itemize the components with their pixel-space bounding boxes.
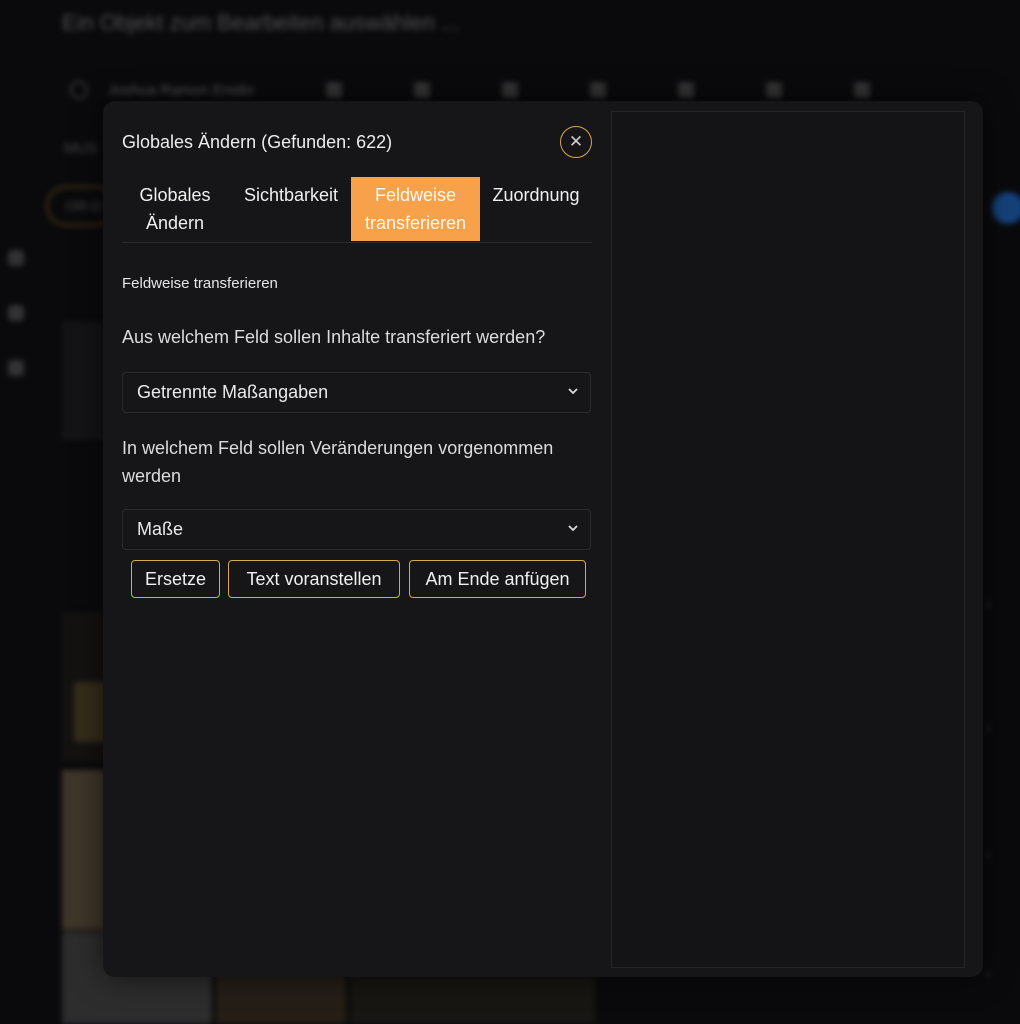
chevron-icon: › xyxy=(986,965,991,981)
replace-button[interactable]: Ersetze xyxy=(131,560,220,598)
tool-icon xyxy=(501,82,518,98)
preview-panel xyxy=(611,111,965,968)
tab-field-transfer[interactable]: Feldweise transferieren xyxy=(351,177,480,241)
sidebar-icon xyxy=(8,305,24,321)
chevron-down-icon xyxy=(568,388,578,395)
tool-icon xyxy=(765,82,782,98)
close-icon: ✕ xyxy=(568,132,584,151)
tool-icon xyxy=(589,82,606,98)
background-user: Joshua Ramon Enslin xyxy=(108,81,254,99)
tool-icon xyxy=(413,82,430,98)
sidebar-icon xyxy=(8,360,24,376)
user-icon xyxy=(70,81,88,99)
source-field-question: Aus welchem Feld sollen Inhalte transfer… xyxy=(122,327,546,347)
tab-mapping[interactable]: Zuordnung xyxy=(484,177,588,241)
modal-title: Globales Ändern (Gefunden: 622) xyxy=(122,132,393,152)
chevron-icon: › xyxy=(986,720,991,736)
global-edit-modal: Globales Ändern (Gefunden: 622) ✕ Global… xyxy=(103,101,983,977)
chevron-down-icon xyxy=(568,525,578,532)
background-blue-button xyxy=(992,192,1020,224)
tab-global-edit[interactable]: Globales Ändern xyxy=(122,177,228,241)
chevron-icon: › xyxy=(986,845,991,861)
append-text-button[interactable]: Am Ende anfügen xyxy=(409,560,586,598)
target-field-select[interactable]: Maße xyxy=(122,509,591,550)
tool-icon xyxy=(853,82,870,98)
background-thumbnail xyxy=(62,770,107,930)
source-field-select[interactable]: Getrennte Maßangaben xyxy=(122,372,591,413)
background-title: Ein Objekt zum Bearbeiten auswählen ... xyxy=(62,10,460,35)
prepend-text-button[interactable]: Text voranstellen xyxy=(228,560,400,598)
source-field-value: Getrennte Maßangaben xyxy=(137,382,329,402)
sidebar-icon xyxy=(8,250,24,266)
background-thumbnail xyxy=(216,970,346,1024)
close-button[interactable]: ✕ xyxy=(560,126,592,158)
tab-bar: Globales Ändern Sichtbarkeit Feldweise t… xyxy=(122,177,592,243)
tool-icon xyxy=(325,82,342,98)
target-field-value: Maße xyxy=(137,519,184,539)
chevron-icon: › xyxy=(986,595,991,611)
section-heading: Feldweise transferieren xyxy=(122,275,278,292)
target-field-question: In welchem Feld sollen Veränderungen vor… xyxy=(122,438,554,486)
tool-icon xyxy=(677,82,694,98)
background-thumbnail xyxy=(350,975,595,1024)
tab-visibility[interactable]: Sichtbarkeit xyxy=(232,177,350,241)
background-label: MUS xyxy=(64,140,98,157)
